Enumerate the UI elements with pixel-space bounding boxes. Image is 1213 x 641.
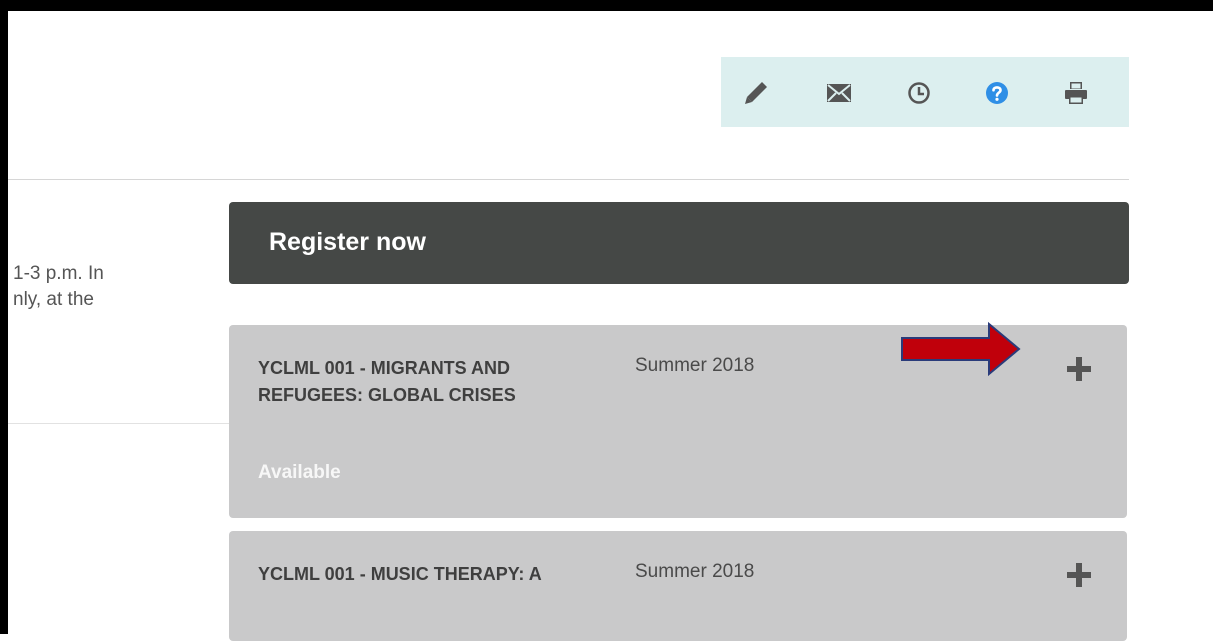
- header-divider: [8, 179, 1129, 180]
- screenshot-border-top: [0, 0, 1213, 11]
- course-title: YCLML 001 - MUSIC THERAPY: A: [258, 564, 542, 584]
- course-term: Summer 2018: [635, 561, 755, 582]
- edit-button[interactable]: [739, 76, 773, 110]
- course-status: Available: [258, 462, 341, 483]
- course-term: Summer 2018: [635, 355, 755, 376]
- page-tools-bar: [721, 57, 1129, 127]
- register-title: Register now: [269, 228, 426, 256]
- envelope-icon: [827, 84, 851, 102]
- register-now-header: Register now: [229, 202, 1129, 284]
- print-icon: [1065, 82, 1087, 104]
- clock-icon: [908, 82, 930, 104]
- email-button[interactable]: [822, 76, 856, 110]
- print-button[interactable]: [1059, 76, 1093, 110]
- expand-plus-icon[interactable]: [1067, 563, 1091, 587]
- course-title: YCLML 001 - MIGRANTS AND REFUGEES: GLOBA…: [258, 358, 516, 405]
- course-item[interactable]: YCLML 001 - MUSIC THERAPY: A Summer 2018: [229, 531, 1127, 641]
- history-button[interactable]: [902, 76, 936, 110]
- expand-plus-icon[interactable]: [1067, 357, 1091, 381]
- pencil-icon: [745, 82, 767, 104]
- annotation-arrow-icon: [901, 321, 1021, 377]
- screenshot-border-left: [0, 0, 8, 634]
- help-button[interactable]: [980, 76, 1014, 110]
- help-icon: [986, 82, 1008, 104]
- intro-text-fragment: 1-3 p.m. In nly, at the: [13, 263, 104, 310]
